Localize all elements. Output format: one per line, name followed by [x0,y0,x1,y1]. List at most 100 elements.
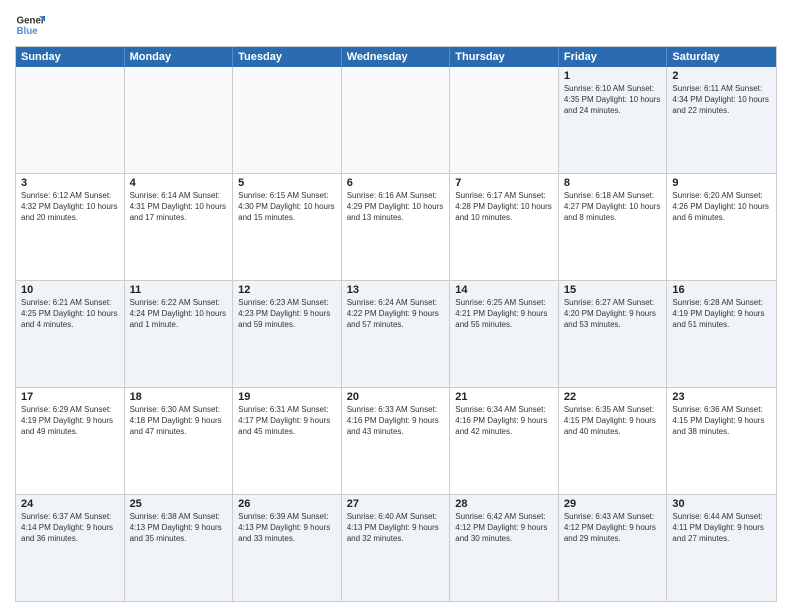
cal-row-2: 3Sunrise: 6:12 AM Sunset: 4:32 PM Daylig… [16,173,776,280]
day-cell-7: 7 Sunrise: 6:17 AM Sunset: 4:28 PM Daylig… [450,174,559,280]
empty-cell [16,67,125,173]
cell-info: Sunrise: 6:20 AM Sunset: 4:26 PM Dayligh… [672,191,771,223]
cell-info: Sunrise: 6:31 AM Sunset: 4:17 PM Dayligh… [238,405,336,437]
cell-info: Sunrise: 6:16 AM Sunset: 4:29 PM Dayligh… [347,191,445,223]
day-cell-4: 4Sunrise: 6:14 AM Sunset: 4:31 PM Daylig… [125,174,234,280]
header-cell-wednesday: Wednesday [342,47,451,67]
empty-cell [450,67,559,173]
day-cell-23: 23 Sunrise: 6:36 AM Sunset: 4:15 PM Dayli… [667,388,776,494]
cell-info: Sunrise: 6:36 AM Sunset: 4:15 PM Dayligh… [672,405,771,437]
cell-info: Sunrise: 6:12 AM Sunset: 4:32 PM Dayligh… [21,191,119,223]
day-cell-30: 30Sunrise: 6:44 AM Sunset: 4:11 PM Dayli… [667,495,776,601]
cell-info: Sunrise: 6:30 AM Sunset: 4:18 PM Dayligh… [130,405,228,437]
header-cell-saturday: Saturday [667,47,776,67]
cell-info: Sunrise: 6:33 AM Sunset: 4:16 PM Dayligh… [347,405,445,437]
calendar-header: SundayMondayTuesdayWednesdayThursdayFrid… [16,47,776,67]
day-number: 8 [564,177,662,189]
day-number: 12 [238,284,336,296]
day-cell-15: 15 Sunrise: 6:27 AM Sunset: 4:20 PM Dayli… [559,281,668,387]
svg-text:Blue: Blue [17,26,39,37]
day-cell-3: 3Sunrise: 6:12 AM Sunset: 4:32 PM Daylig… [16,174,125,280]
day-cell-9: 9 Sunrise: 6:20 AM Sunset: 4:26 PM Daylig… [667,174,776,280]
day-cell-25: 25 Sunrise: 6:38 AM Sunset: 4:13 PM Dayli… [125,495,234,601]
day-cell-28: 28 Sunrise: 6:42 AM Sunset: 4:12 PM Dayli… [450,495,559,601]
cal-row-1: 1Sunrise: 6:10 AM Sunset: 4:35 PM Daylig… [16,67,776,173]
day-cell-24: 24 Sunrise: 6:37 AM Sunset: 4:14 PM Dayli… [16,495,125,601]
cell-info: Sunrise: 6:22 AM Sunset: 4:24 PM Dayligh… [130,298,228,330]
day-cell-5: 5 Sunrise: 6:15 AM Sunset: 4:30 PM Daylig… [233,174,342,280]
cell-info: Sunrise: 6:43 AM Sunset: 4:12 PM Dayligh… [564,512,662,544]
empty-cell [342,67,451,173]
cell-info: Sunrise: 6:39 AM Sunset: 4:13 PM Dayligh… [238,512,336,544]
calendar-body: 1Sunrise: 6:10 AM Sunset: 4:35 PM Daylig… [16,67,776,601]
day-number: 26 [238,498,336,510]
day-number: 1 [564,70,662,82]
day-cell-12: 12 Sunrise: 6:23 AM Sunset: 4:23 PM Dayli… [233,281,342,387]
day-number: 19 [238,391,336,403]
cell-info: Sunrise: 6:27 AM Sunset: 4:20 PM Dayligh… [564,298,662,330]
day-cell-10: 10 Sunrise: 6:21 AM Sunset: 4:25 PM Dayli… [16,281,125,387]
day-cell-19: 19 Sunrise: 6:31 AM Sunset: 4:17 PM Dayli… [233,388,342,494]
header-cell-thursday: Thursday [450,47,559,67]
day-number: 24 [21,498,119,510]
day-number: 23 [672,391,771,403]
calendar: SundayMondayTuesdayWednesdayThursdayFrid… [15,46,777,602]
day-number: 5 [238,177,336,189]
day-number: 16 [672,284,771,296]
day-cell-22: 22Sunrise: 6:35 AM Sunset: 4:15 PM Dayli… [559,388,668,494]
cell-info: Sunrise: 6:14 AM Sunset: 4:31 PM Dayligh… [130,191,228,223]
day-number: 11 [130,284,228,296]
empty-cell [125,67,234,173]
header-cell-friday: Friday [559,47,668,67]
day-number: 6 [347,177,445,189]
cell-info: Sunrise: 6:17 AM Sunset: 4:28 PM Dayligh… [455,191,553,223]
day-number: 2 [672,70,771,82]
page: General Blue SundayMondayTuesdayWednesda… [0,0,792,612]
header: General Blue [15,10,777,40]
cell-info: Sunrise: 6:37 AM Sunset: 4:14 PM Dayligh… [21,512,119,544]
cell-info: Sunrise: 6:25 AM Sunset: 4:21 PM Dayligh… [455,298,553,330]
day-number: 18 [130,391,228,403]
day-cell-29: 29 Sunrise: 6:43 AM Sunset: 4:12 PM Dayli… [559,495,668,601]
day-cell-6: 6 Sunrise: 6:16 AM Sunset: 4:29 PM Daylig… [342,174,451,280]
cell-info: Sunrise: 6:40 AM Sunset: 4:13 PM Dayligh… [347,512,445,544]
day-cell-20: 20Sunrise: 6:33 AM Sunset: 4:16 PM Dayli… [342,388,451,494]
day-cell-27: 27 Sunrise: 6:40 AM Sunset: 4:13 PM Dayli… [342,495,451,601]
day-cell-11: 11 Sunrise: 6:22 AM Sunset: 4:24 PM Dayli… [125,281,234,387]
day-cell-2: 2 Sunrise: 6:11 AM Sunset: 4:34 PM Daylig… [667,67,776,173]
day-cell-1: 1Sunrise: 6:10 AM Sunset: 4:35 PM Daylig… [559,67,668,173]
day-number: 29 [564,498,662,510]
cell-info: Sunrise: 6:21 AM Sunset: 4:25 PM Dayligh… [21,298,119,330]
header-cell-monday: Monday [125,47,234,67]
day-number: 25 [130,498,228,510]
day-number: 22 [564,391,662,403]
cell-info: Sunrise: 6:34 AM Sunset: 4:16 PM Dayligh… [455,405,553,437]
cell-info: Sunrise: 6:15 AM Sunset: 4:30 PM Dayligh… [238,191,336,223]
day-number: 21 [455,391,553,403]
empty-cell [233,67,342,173]
day-number: 28 [455,498,553,510]
day-cell-14: 14 Sunrise: 6:25 AM Sunset: 4:21 PM Dayli… [450,281,559,387]
cal-row-3: 10 Sunrise: 6:21 AM Sunset: 4:25 PM Dayli… [16,280,776,387]
cell-info: Sunrise: 6:42 AM Sunset: 4:12 PM Dayligh… [455,512,553,544]
day-number: 9 [672,177,771,189]
day-number: 15 [564,284,662,296]
day-cell-16: 16 Sunrise: 6:28 AM Sunset: 4:19 PM Dayli… [667,281,776,387]
day-number: 27 [347,498,445,510]
header-cell-tuesday: Tuesday [233,47,342,67]
cell-info: Sunrise: 6:29 AM Sunset: 4:19 PM Dayligh… [21,405,119,437]
cell-info: Sunrise: 6:38 AM Sunset: 4:13 PM Dayligh… [130,512,228,544]
day-cell-21: 21 Sunrise: 6:34 AM Sunset: 4:16 PM Dayli… [450,388,559,494]
day-number: 14 [455,284,553,296]
cell-info: Sunrise: 6:11 AM Sunset: 4:34 PM Dayligh… [672,84,771,116]
cal-row-5: 24 Sunrise: 6:37 AM Sunset: 4:14 PM Dayli… [16,494,776,601]
day-number: 30 [672,498,771,510]
day-number: 7 [455,177,553,189]
cell-info: Sunrise: 6:18 AM Sunset: 4:27 PM Dayligh… [564,191,662,223]
cell-info: Sunrise: 6:23 AM Sunset: 4:23 PM Dayligh… [238,298,336,330]
day-number: 10 [21,284,119,296]
day-cell-8: 8 Sunrise: 6:18 AM Sunset: 4:27 PM Daylig… [559,174,668,280]
header-cell-sunday: Sunday [16,47,125,67]
cell-info: Sunrise: 6:28 AM Sunset: 4:19 PM Dayligh… [672,298,771,330]
day-cell-18: 18 Sunrise: 6:30 AM Sunset: 4:18 PM Dayli… [125,388,234,494]
